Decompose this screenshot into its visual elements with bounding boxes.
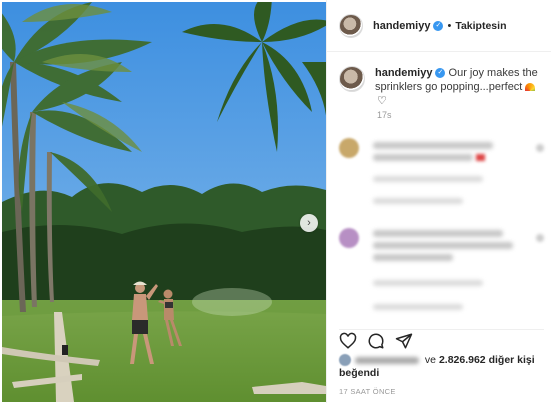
- blurred-text: [373, 254, 453, 261]
- blurred-text: [373, 142, 493, 149]
- username-link[interactable]: handemiyy: [373, 20, 430, 32]
- paper-plane-icon[interactable]: [395, 332, 413, 350]
- caption-timestamp: 17s: [377, 110, 392, 120]
- blurred-liker-name: [355, 356, 419, 364]
- likes-summary[interactable]: ve 2.826.962 diğer kişi beğendi: [339, 354, 544, 380]
- blurred-text: [373, 242, 513, 249]
- blurred-meta: [373, 280, 483, 286]
- liked-word: beğendi: [339, 367, 380, 379]
- action-bar: [339, 329, 544, 351]
- post-sidebar: handemiyy ✓ • Takiptesin handemiyy ✓ Our …: [326, 0, 551, 403]
- comment-like-icon[interactable]: [536, 144, 544, 152]
- verified-badge-icon: ✓: [435, 68, 446, 79]
- chevron-right-icon: ›: [307, 217, 311, 229]
- white-heart-emoji-icon: ♡: [377, 95, 387, 107]
- post-timestamp: 17 SAAT ÖNCE: [339, 387, 396, 396]
- blurred-meta: [373, 176, 483, 182]
- caption-avatar[interactable]: [339, 66, 365, 92]
- follow-status-button[interactable]: Takiptesin: [455, 20, 506, 32]
- comment-icon[interactable]: [367, 332, 385, 350]
- blurred-replies: [373, 198, 463, 204]
- comment-like-icon[interactable]: [536, 234, 544, 242]
- user-avatar[interactable]: [339, 13, 363, 38]
- post-photo[interactable]: ›: [2, 2, 326, 402]
- photo-scene: [2, 2, 326, 402]
- comment-item: [339, 228, 544, 318]
- caption-username[interactable]: handemiyy: [375, 67, 432, 79]
- blurred-replies: [373, 304, 463, 310]
- likes-prefix: ve: [424, 354, 437, 366]
- rainbow-emoji-icon: [525, 83, 536, 92]
- comment-item: [339, 138, 544, 208]
- comment-avatar[interactable]: [339, 228, 359, 248]
- likes-suffix: diğer kişi: [488, 354, 535, 366]
- liker-avatar: [339, 354, 351, 367]
- next-photo-button[interactable]: ›: [300, 214, 318, 232]
- verified-badge-icon: ✓: [433, 20, 444, 31]
- post-header: handemiyy ✓ • Takiptesin: [327, 0, 551, 52]
- heart-icon[interactable]: [339, 332, 357, 350]
- blurred-emoji: [476, 154, 485, 161]
- caption: handemiyy ✓ Our joy makes the sprinklers …: [339, 66, 544, 108]
- blurred-text: [373, 154, 473, 161]
- separator-dot: •: [447, 19, 452, 32]
- comment-avatar[interactable]: [339, 138, 359, 158]
- likes-count: 2.826.962: [438, 354, 486, 366]
- blurred-text: [373, 230, 503, 237]
